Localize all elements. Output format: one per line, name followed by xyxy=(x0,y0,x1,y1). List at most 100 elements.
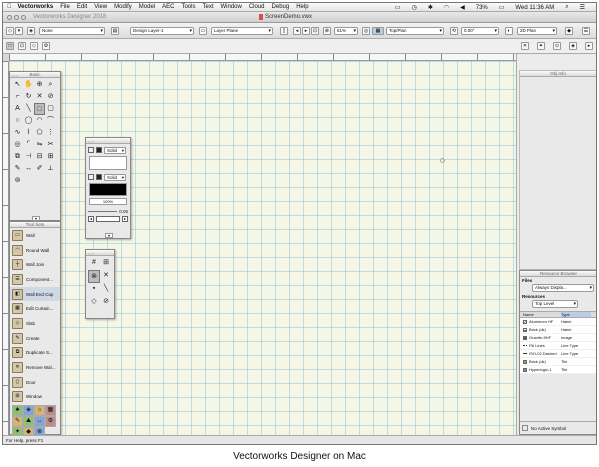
offset-tool-icon[interactable]: ⧉ xyxy=(12,151,23,163)
fill-color-swatch[interactable] xyxy=(96,147,102,153)
tool-component[interactable]: ☰ Component... xyxy=(10,272,60,287)
tool-preferences-icon[interactable]: ⚙ xyxy=(42,42,50,50)
menu-aec[interactable]: AEC xyxy=(162,4,174,10)
tool-wall[interactable]: ▭ Wall xyxy=(10,228,60,243)
file-select[interactable]: Always Displa... xyxy=(532,284,594,292)
tool-set-dims-icon[interactable]: ↔ xyxy=(34,416,45,428)
render-mode-select[interactable]: 2D Plan xyxy=(517,27,557,35)
standard-view-icon[interactable]: ▦ xyxy=(372,27,384,35)
rounded-rectangle-tool-icon[interactable]: ▢ xyxy=(45,103,56,115)
center-mode-icon[interactable]: ⊡ xyxy=(18,42,26,50)
apple-icon[interactable]:  xyxy=(7,4,12,10)
arrowhead-end-icon[interactable]: ▸ xyxy=(122,216,128,222)
battery-percent[interactable]: 73% xyxy=(476,5,488,11)
class-visibility-icon[interactable]: ◈ xyxy=(27,27,35,35)
menu-cloud[interactable]: Cloud xyxy=(249,4,265,10)
tool-duplicate-symbol[interactable]: ⧉ Duplicate S... xyxy=(10,346,60,361)
mirror-tool-icon[interactable]: ⇋ xyxy=(34,139,45,151)
previous-view-icon[interactable]: ◂ xyxy=(293,27,301,35)
render-mode-icon[interactable]: ◐ xyxy=(505,27,513,35)
menu-edit[interactable]: Edit xyxy=(77,4,87,10)
spotlight-icon[interactable]: ⌕ xyxy=(565,4,568,11)
opacity-field[interactable]: 100% xyxy=(89,198,127,205)
tool-wall-end-cap[interactable]: ◧ Wall End Cap xyxy=(10,286,60,302)
arrowhead-style-icon[interactable] xyxy=(96,216,120,222)
arrowhead-start-icon[interactable]: ◂ xyxy=(88,216,94,222)
tool-remove-wall[interactable]: ✕ Remove Wal... xyxy=(10,360,60,375)
split-tool-icon[interactable]: ✕ xyxy=(34,91,45,103)
fit-to-objects-icon[interactable]: ⊡ xyxy=(311,27,319,35)
layer-plane-select[interactable]: Layer Plane xyxy=(211,27,273,35)
menu-model[interactable]: Model xyxy=(139,4,155,10)
snap-grid-icon[interactable]: # xyxy=(88,257,100,270)
list-item[interactable]: Brick (dk) Tile xyxy=(520,358,596,366)
bluetooth-icon[interactable]: ✱ xyxy=(428,4,433,11)
list-item[interactable]: Granite-5HF Image xyxy=(520,334,596,342)
reshape-tool-icon[interactable]: ⌐ xyxy=(12,91,23,103)
list-item[interactable]: Hyperlogic-1 Tile xyxy=(520,366,596,374)
snapping-palette[interactable]: ○ ○ # ⊞ ⊗ ✕ ▪ ╲ ◇ ⊘ xyxy=(85,249,115,319)
tool-edit-curtain-wall[interactable]: ▦ Edit Curtain... xyxy=(10,301,60,316)
snap-to-object-icon[interactable]: ⊙ xyxy=(553,42,561,50)
resource-type-select[interactable]: Top Level xyxy=(532,300,578,308)
rotated-mode-icon[interactable]: ◇ xyxy=(30,42,38,50)
wifi-icon[interactable]: ◠ xyxy=(444,4,449,11)
line-weight-value[interactable]: 0.05 xyxy=(119,209,128,214)
menu-view[interactable]: View xyxy=(94,4,107,10)
list-item[interactable]: Aluminum HF Hatch xyxy=(520,318,596,326)
rotate-tool-icon[interactable]: ↻ xyxy=(23,91,34,103)
snap-angle-icon[interactable]: ⊗ xyxy=(88,270,100,283)
menu-modify[interactable]: Modify xyxy=(114,4,132,10)
snapping-icon[interactable]: ✕ xyxy=(521,42,529,50)
volume-icon[interactable]: ◀ xyxy=(460,4,465,11)
active-class-select[interactable]: None xyxy=(39,27,105,35)
tool-round-wall[interactable]: ◠ Round Wall xyxy=(10,243,60,258)
tool-set-building-shell-icon[interactable]: ⌂ xyxy=(34,405,45,417)
zoom-icon[interactable]: ⊕ xyxy=(323,27,331,35)
polygon-tool-icon[interactable]: ⬠ xyxy=(34,127,45,139)
tool-set-visualization-icon[interactable]: ◈ xyxy=(23,405,34,417)
zoom-select[interactable]: 61% xyxy=(334,27,358,35)
trim-tool-icon[interactable]: ✂ xyxy=(45,139,56,151)
attribute-mapping-tool-icon[interactable]: ⊞ xyxy=(45,151,56,163)
spiral-tool-icon[interactable]: ◎ xyxy=(12,139,23,151)
dimension-tool-icon[interactable]: ↔ xyxy=(23,163,34,175)
circle-tool-icon[interactable]: ○ xyxy=(12,115,23,127)
quarter-arc-tool-icon[interactable]: ⌒ xyxy=(45,115,56,127)
tool-set-detailing-icon[interactable]: ✎ xyxy=(12,416,23,428)
menu-file[interactable]: File xyxy=(60,4,70,10)
tape-measure-tool-icon[interactable]: ⟂ xyxy=(45,163,56,175)
tool-set-machine-icon[interactable]: ⚙ xyxy=(45,416,56,428)
flyover-icon[interactable]: ◎ xyxy=(362,27,370,35)
symbol-insertion-tool-icon[interactable]: ✎ xyxy=(12,163,23,175)
projection-icon[interactable]: ◆ xyxy=(565,27,573,35)
tool-window[interactable]: ⊞ Window xyxy=(10,390,60,405)
menu-clock[interactable]: Wed 11:36 AM xyxy=(515,5,554,11)
plan-rotation-select[interactable]: 0.00° xyxy=(461,27,499,35)
close-window-button[interactable] xyxy=(7,15,12,20)
tool-set-site-icon[interactable]: ⛰ xyxy=(23,416,34,428)
smart-cursor-icon[interactable]: ▸ xyxy=(585,42,593,50)
list-item[interactable]: ISO-02 Dashed Line Type xyxy=(520,350,596,358)
object-tool-icon[interactable]: ⊚ xyxy=(12,175,23,187)
flyover-tool-icon[interactable]: ⊕ xyxy=(34,79,45,91)
snap-to-grid-icon[interactable]: ✦ xyxy=(537,42,545,50)
page-icon[interactable]: ▯ xyxy=(280,27,288,35)
view-options-icon[interactable]: ☰ xyxy=(582,27,590,35)
notification-center-icon[interactable]: ☰ xyxy=(580,4,585,11)
fill-preview[interactable] xyxy=(89,156,127,170)
freehand-tool-icon[interactable]: ∿ xyxy=(12,127,23,139)
drawing-canvas[interactable] xyxy=(9,61,516,435)
selection-tool-icon[interactable]: ↖ xyxy=(12,79,23,91)
snap-distance-icon[interactable]: ▪ xyxy=(88,283,100,296)
snap-tangent-icon[interactable]: ╲ xyxy=(100,283,112,296)
menu-help[interactable]: Help xyxy=(296,4,308,10)
active-class-button[interactable]: ◇ xyxy=(6,27,14,35)
palette-collapse-icon[interactable]: ▾ xyxy=(105,233,113,238)
snap-edge-icon[interactable]: ◇ xyxy=(88,296,100,309)
fillet-tool-icon[interactable]: ⌜ xyxy=(23,139,34,151)
pan-tool-icon[interactable]: ✋ xyxy=(23,79,34,91)
menu-window[interactable]: Window xyxy=(221,4,242,10)
resource-browser-palette[interactable]: Resource Browser Files Always Displa... … xyxy=(519,270,596,435)
airplay-icon[interactable]: ▭ xyxy=(395,4,401,11)
